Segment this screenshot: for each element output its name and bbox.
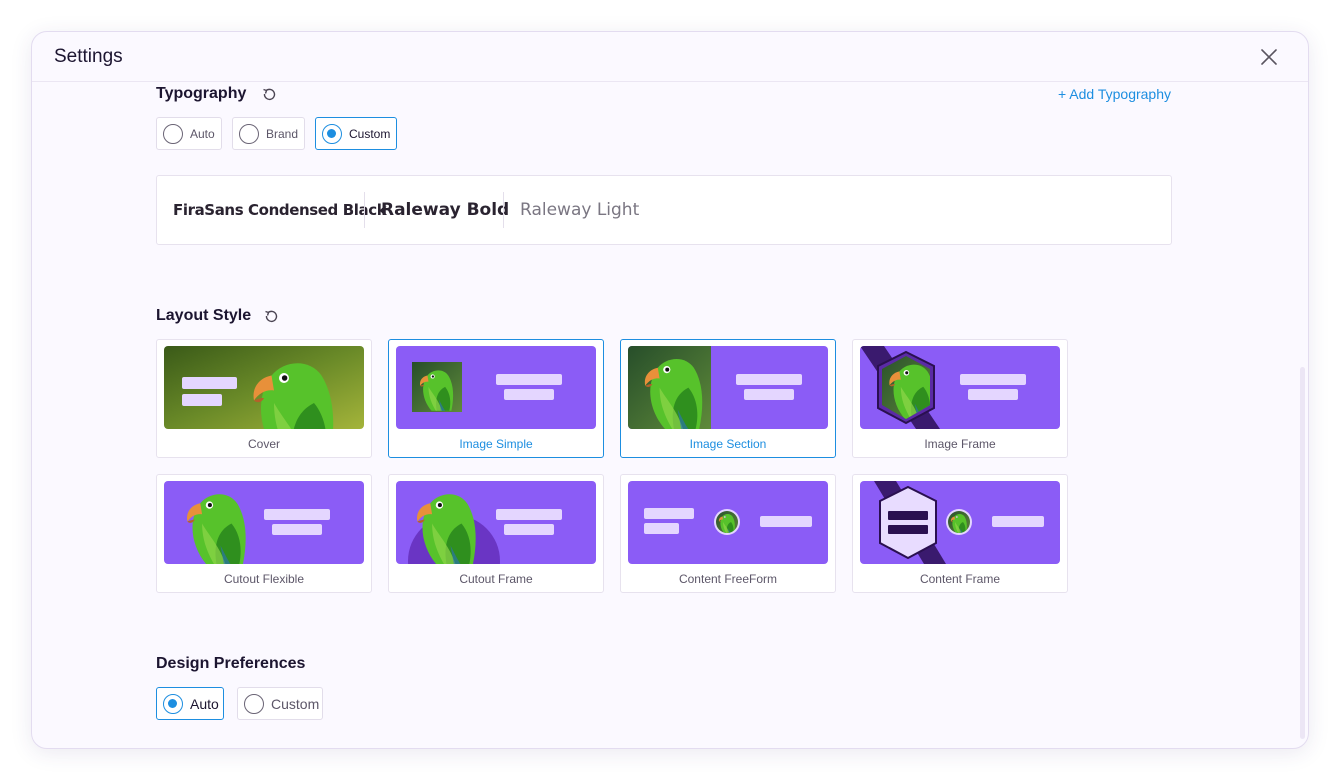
layout-card-image-frame[interactable]: Image Frame — [852, 339, 1068, 458]
divider — [364, 192, 365, 228]
design-option-custom[interactable]: Custom — [237, 687, 323, 720]
font-heading[interactable]: FiraSans Condensed Black — [173, 176, 387, 244]
modal-title: Settings — [54, 46, 123, 67]
layout-card-image-simple[interactable]: Image Simple — [388, 339, 604, 458]
card-label: Cutout Flexible — [223, 572, 305, 586]
design-option-auto[interactable]: Auto — [156, 687, 224, 720]
typography-option-auto[interactable]: Auto — [156, 117, 222, 150]
thumbnail — [164, 481, 364, 564]
card-label: Image Section — [689, 437, 767, 451]
design-preferences-title: Design Preferences — [156, 655, 306, 672]
card-label: Image Simple — [459, 437, 533, 451]
layout-style-title: Layout Style — [156, 307, 252, 324]
option-label: Custom — [349, 126, 391, 141]
radio-icon — [163, 123, 183, 144]
thumbnail — [396, 481, 596, 564]
thumbnail — [396, 346, 596, 429]
layout-card-image-section[interactable]: Image Section — [620, 339, 836, 458]
modal-header: Settings — [32, 32, 1308, 82]
card-label: Cover — [247, 437, 280, 451]
card-label: Content FreeForm — [678, 572, 778, 586]
thumbnail — [164, 346, 364, 429]
scrollbar[interactable] — [1300, 367, 1305, 739]
reset-icon[interactable] — [261, 87, 277, 103]
typography-option-brand[interactable]: Brand — [232, 117, 305, 150]
option-label: Auto — [190, 126, 215, 141]
layout-card-content-freeform[interactable]: Content FreeForm — [620, 474, 836, 593]
option-label: Brand — [266, 126, 299, 141]
layout-card-content-frame[interactable]: Content Frame — [852, 474, 1068, 593]
close-icon[interactable] — [1258, 46, 1280, 68]
card-label: Cutout Frame — [459, 572, 533, 586]
radio-icon — [163, 693, 183, 714]
card-label: Image Frame — [924, 437, 996, 451]
radio-icon — [322, 123, 342, 144]
thumbnail — [628, 346, 828, 429]
layout-card-cover[interactable]: Cover — [156, 339, 372, 458]
font-body[interactable]: Raleway Light — [520, 176, 639, 244]
card-label: Content Frame — [919, 572, 1001, 586]
settings-modal: Settings Typography + Add Typography Aut… — [31, 31, 1309, 749]
typography-option-custom[interactable]: Custom — [315, 117, 397, 150]
layout-card-cutout-frame[interactable]: Cutout Frame — [388, 474, 604, 593]
thumbnail — [860, 346, 1060, 429]
radio-icon — [239, 123, 259, 144]
radio-icon — [244, 693, 264, 714]
option-label: Auto — [190, 695, 219, 712]
add-typography-link[interactable]: + Add Typography — [1058, 86, 1171, 102]
layout-card-cutout-flexible[interactable]: Cutout Flexible — [156, 474, 372, 593]
option-label: Custom — [271, 695, 320, 712]
font-subheading[interactable]: Raleway Bold — [381, 176, 509, 244]
divider — [503, 192, 504, 228]
font-list: FiraSans Condensed Black Raleway Bold Ra… — [156, 175, 1172, 245]
thumbnail — [860, 481, 1060, 564]
typography-title: Typography — [156, 85, 247, 102]
reset-icon[interactable] — [263, 309, 279, 325]
thumbnail — [628, 481, 828, 564]
